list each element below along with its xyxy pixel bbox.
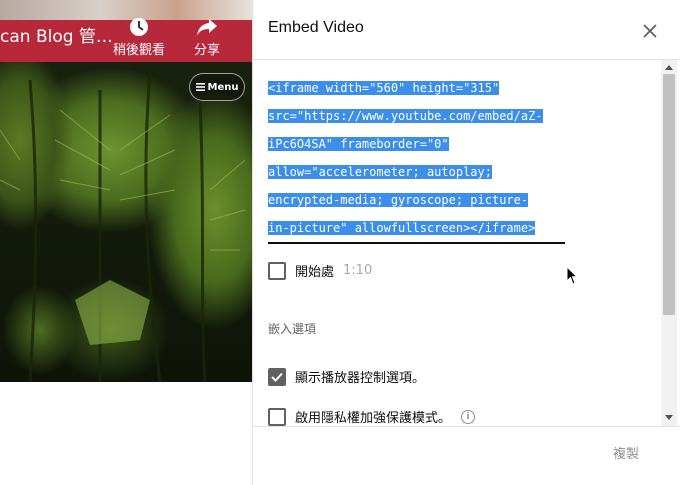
share-label: 分享 — [194, 43, 221, 58]
embed-code-line: allow="accelerometer; autoplay; — [268, 165, 492, 179]
share-button[interactable]: 分享 — [194, 15, 220, 58]
video-player[interactable]: can Blog 管… 稍後觀看 分享 Menu — [0, 0, 252, 382]
embed-code-line: src="https://www.youtube.com/embed/aZ- — [268, 109, 543, 123]
dialog-content: <iframe width="560" height="315" src="ht… — [253, 60, 661, 426]
start-at-label: 開始處 — [295, 265, 335, 280]
embed-code-line: iPc6O4SA" frameborder="0" — [268, 137, 449, 151]
info-icon[interactable]: i — [461, 409, 476, 424]
textarea-underline — [268, 242, 565, 244]
scrollbar-thumb[interactable] — [663, 74, 675, 315]
scroll-up-arrow-icon[interactable] — [665, 65, 673, 70]
embed-code-line: in-picture" allowfullscreen></iframe> — [268, 221, 536, 235]
embed-code-textarea[interactable]: <iframe width="560" height="315" src="ht… — [268, 74, 565, 242]
show-controls-label: 顯示播放器控制選項。 — [295, 371, 426, 386]
dialog-title: Embed Video — [268, 19, 364, 36]
copy-button[interactable]: 複製 — [613, 443, 639, 462]
footer-divider — [253, 426, 680, 427]
blog-menu-button[interactable]: Menu — [189, 73, 245, 101]
privacy-mode-checkbox[interactable] — [268, 407, 286, 426]
dialog-scrollbar[interactable] — [661, 60, 677, 426]
menu-label: Menu — [207, 81, 239, 93]
start-at-checkbox[interactable] — [268, 261, 286, 280]
close-icon — [643, 24, 657, 38]
embed-options-heading: 嵌入選項 — [268, 322, 317, 336]
video-title[interactable]: can Blog 管… — [0, 22, 113, 47]
show-controls-option[interactable]: 顯示播放器控制選項。 — [268, 367, 425, 386]
privacy-mode-label: 啟用隱私權加強保護模式。 — [295, 411, 452, 426]
mouse-pointer-icon — [566, 266, 578, 285]
watch-later-button[interactable]: 稍後觀看 — [113, 15, 165, 58]
privacy-mode-option[interactable]: 啟用隱私權加強保護模式。 i — [268, 407, 476, 426]
embed-code-line: <iframe width="560" height="315" — [268, 81, 500, 95]
watch-later-label: 稍後觀看 — [113, 43, 166, 58]
show-controls-checkbox[interactable] — [268, 367, 286, 386]
close-button[interactable] — [639, 20, 661, 42]
embed-video-dialog: Embed Video <iframe width="560" height="… — [252, 0, 680, 485]
hamburger-icon — [195, 83, 205, 91]
scroll-down-arrow-icon[interactable] — [665, 415, 673, 420]
clock-icon — [127, 15, 151, 39]
checkmark-icon — [271, 372, 283, 382]
video-panel: can Blog 管… 稍後觀看 分享 Menu — [0, 0, 252, 485]
embed-code-line: encrypted-media; gyroscope; picture- — [268, 193, 529, 207]
share-arrow-icon — [195, 15, 219, 39]
start-at-time-input[interactable]: 1:10 — [343, 263, 372, 278]
start-at-option[interactable]: 開始處 1:10 — [268, 261, 372, 280]
